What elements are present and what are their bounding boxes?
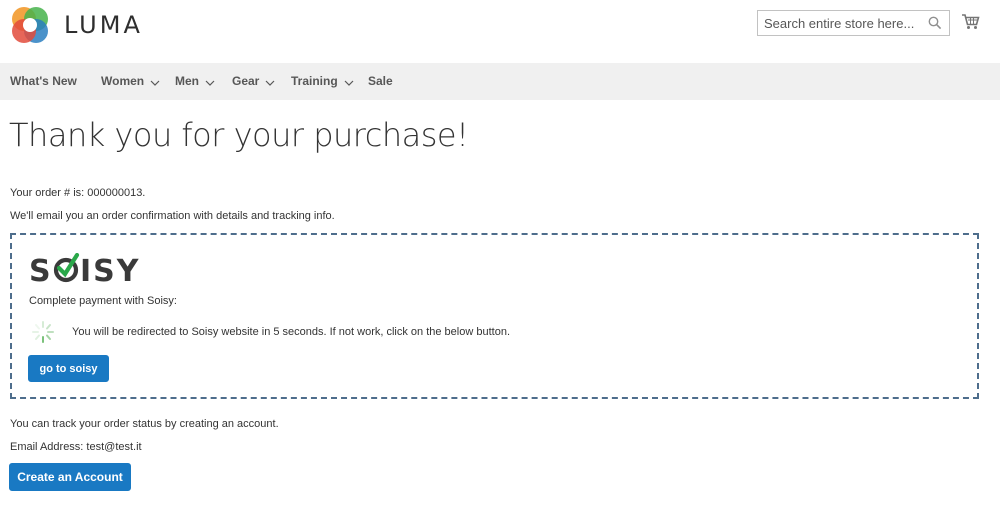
- nav-item-label: Women: [101, 74, 145, 88]
- store-logo[interactable]: LUMA: [10, 5, 143, 45]
- luma-logo-icon: [12, 7, 48, 43]
- nav-item-women[interactable]: Women: [101, 63, 160, 100]
- nav-item-label: What's New: [10, 74, 77, 88]
- go-to-soisy-button[interactable]: go to soisy: [28, 355, 109, 382]
- nav-item-whats-new[interactable]: What's New: [10, 63, 77, 100]
- chevron-down-icon: [344, 80, 354, 86]
- chevron-down-icon: [265, 80, 275, 86]
- chevron-down-icon: [205, 80, 215, 86]
- nav-item-label: Training: [291, 74, 338, 88]
- email-address-text: Email Address: test@test.it: [10, 441, 142, 453]
- create-account-button[interactable]: Create an Account: [9, 463, 131, 491]
- soisy-payment-label: Complete payment with Soisy:: [29, 295, 177, 307]
- nav-item-label: Sale: [368, 74, 393, 88]
- redirect-notice: You will be redirected to Soisy website …: [72, 326, 510, 338]
- search-icon[interactable]: [928, 16, 942, 30]
- svg-text:ISY: ISY: [80, 254, 141, 285]
- track-order-text: You can track your order status by creat…: [10, 418, 279, 430]
- loading-spinner-icon: [32, 321, 54, 343]
- search-box[interactable]: [757, 10, 950, 36]
- page-header: LUMA: [0, 0, 1000, 63]
- brand-name: LUMA: [64, 11, 143, 39]
- main-navigation: What's New Women Men Gear Training Sale: [0, 63, 1000, 100]
- nav-item-label: Men: [175, 74, 199, 88]
- nav-item-sale[interactable]: Sale: [368, 63, 393, 100]
- search-input[interactable]: [764, 12, 924, 34]
- soisy-logo: S ISY: [29, 252, 149, 290]
- soisy-payment-panel: S ISY Complete payment with Soisy: You w…: [10, 233, 979, 399]
- chevron-down-icon: [150, 80, 160, 86]
- page-title: Thank you for your purchase!: [9, 116, 469, 154]
- email-confirmation-notice: We'll email you an order confirmation wi…: [10, 210, 335, 222]
- nav-item-training[interactable]: Training: [291, 63, 354, 100]
- svg-text:S: S: [29, 254, 53, 285]
- order-number-text: Your order # is: 000000013.: [10, 187, 146, 199]
- nav-item-label: Gear: [232, 74, 260, 88]
- nav-item-men[interactable]: Men: [175, 63, 215, 100]
- nav-item-gear[interactable]: Gear: [232, 63, 275, 100]
- cart-icon[interactable]: [962, 14, 980, 30]
